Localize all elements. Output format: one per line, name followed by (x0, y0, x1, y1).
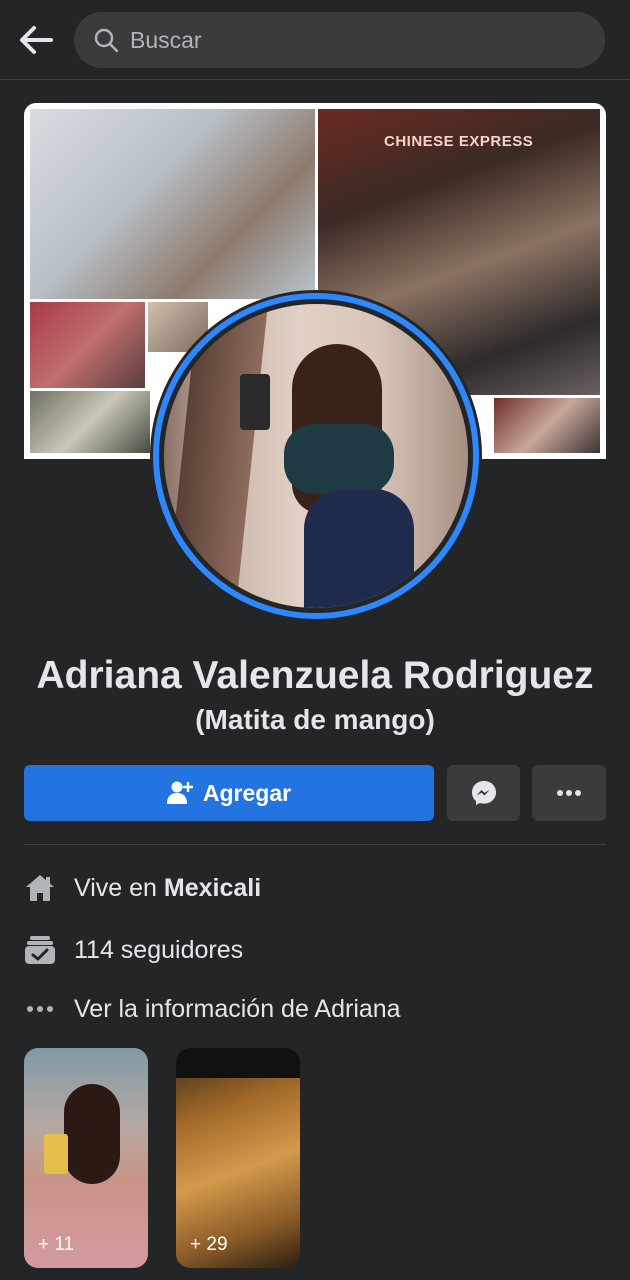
info-see-more[interactable]: Ver la información de Adriana (24, 989, 401, 1029)
search-placeholder: Buscar (130, 26, 202, 53)
more-options-button[interactable] (532, 765, 606, 821)
ellipsis-icon (24, 993, 56, 1025)
lives-in-text: Vive en Mexicali (74, 874, 261, 903)
thumbnail-ultrasound-header (176, 1048, 300, 1078)
add-friend-button[interactable]: Agregar (24, 765, 434, 821)
album-thumbnail[interactable]: + 29 (176, 1048, 300, 1268)
cover-collage-tile (30, 391, 150, 453)
thumbnail-phone (44, 1134, 68, 1174)
top-bar: Buscar (0, 0, 630, 80)
divider (24, 844, 606, 845)
thumbnail-figure (64, 1084, 120, 1184)
followers-text: 114 seguidores (74, 935, 244, 964)
message-button[interactable] (447, 765, 520, 821)
back-button[interactable] (16, 20, 56, 60)
info-lives-in: Vive en Mexicali (24, 868, 261, 908)
album-thumbnail[interactable]: + 11 (24, 1048, 148, 1268)
back-arrow-icon (20, 26, 53, 54)
avatar-figure-top (284, 424, 394, 494)
profile-name: Adriana Valenzuela Rodriguez (36, 654, 594, 697)
lives-in-prefix: Vive en (74, 873, 157, 902)
search-icon (92, 26, 120, 54)
search-input[interactable]: Buscar (74, 12, 605, 68)
see-info-text: Ver la información de Adriana (74, 994, 401, 1023)
profile-picture[interactable] (150, 290, 482, 622)
cover-sign-text: CHINESE EXPRESS (384, 133, 534, 150)
album-count: + 11 (38, 1234, 75, 1255)
messenger-icon (471, 781, 496, 805)
followers-icon (24, 934, 56, 966)
add-friend-icon (166, 781, 193, 804)
home-icon (24, 872, 56, 904)
avatar (164, 304, 468, 608)
album-count: + 29 (190, 1234, 228, 1255)
cover-collage-tile (494, 398, 600, 453)
profile-nickname: (Matita de mango) (195, 704, 435, 735)
cover-collage-tile (30, 109, 315, 299)
avatar-figure-jeans (304, 489, 414, 608)
story-ring (153, 293, 479, 619)
more-icon (557, 790, 581, 796)
lives-in-city[interactable]: Mexicali (164, 874, 261, 902)
avatar-figure-phone (240, 374, 270, 430)
info-followers[interactable]: 114 seguidores (24, 930, 243, 970)
add-friend-label: Agregar (202, 779, 292, 806)
cover-collage-tile (30, 302, 145, 388)
